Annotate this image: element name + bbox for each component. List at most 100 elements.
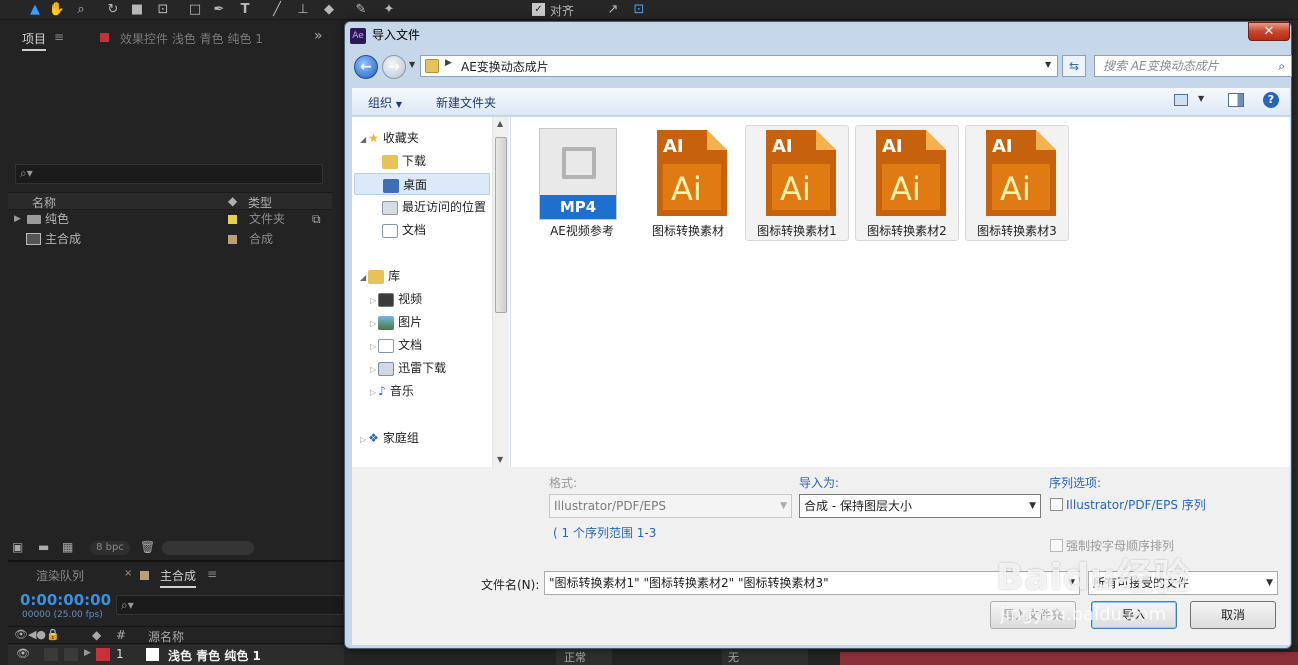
close-tab-icon[interactable]: ×: [124, 568, 132, 579]
file-item-ai[interactable]: AI Ai 图标转换素材1: [745, 125, 849, 241]
preview-pane-icon[interactable]: [1228, 93, 1244, 107]
layer-duration-bar[interactable]: [840, 652, 1298, 665]
refresh-icon[interactable]: ⇆: [1062, 55, 1086, 77]
scroll-down-icon[interactable]: ▼: [497, 455, 503, 464]
timeline-search-input[interactable]: ⌕▾: [116, 595, 344, 615]
timecode-display[interactable]: 0:00:00:00: [20, 591, 111, 609]
view-options-icon[interactable]: ▼: [1198, 94, 1204, 103]
help-icon[interactable]: ?: [1263, 92, 1279, 108]
trash-icon[interactable]: 🗑: [140, 540, 155, 554]
lock-switch[interactable]: [64, 648, 78, 661]
scroll-thumb[interactable]: [495, 137, 507, 313]
label-column-icon[interactable]: ◆: [228, 194, 237, 208]
hand-tool-icon[interactable]: ✋: [48, 1, 66, 19]
panel-menu-icon[interactable]: ≡: [207, 567, 217, 581]
nav-thunder-download[interactable]: ▷ 迅雷下载: [370, 357, 446, 379]
address-dropdown-icon[interactable]: ▼: [1045, 60, 1051, 69]
close-button[interactable]: ✕: [1248, 22, 1290, 41]
audio-switch[interactable]: [44, 648, 58, 661]
nav-label: 视频: [398, 292, 423, 306]
tab-project[interactable]: 项目: [22, 30, 47, 51]
label-column-icon[interactable]: ◆: [92, 628, 101, 642]
nav-homegroup[interactable]: ▷ ❖ 家庭组: [360, 427, 419, 449]
pan-behind-tool-icon[interactable]: ⊡: [154, 1, 172, 19]
timeline-layer-row[interactable]: 👁 ▶ 1 浅色 青色 纯色 1: [8, 645, 344, 665]
file-item-ai[interactable]: AI Ai 图标转换素材3: [965, 125, 1069, 241]
new-folder-icon[interactable]: ▬: [38, 540, 49, 554]
nav-music[interactable]: ▷ ♪ 音乐: [370, 380, 414, 402]
search-input[interactable]: 搜索 AE变换动态成片 ⌕: [1094, 55, 1292, 77]
camera-tool-icon[interactable]: ■: [128, 1, 146, 19]
search-icon[interactable]: ⌕: [1278, 56, 1285, 76]
layer-name[interactable]: 浅色 青色 纯色 1: [168, 647, 261, 664]
nav-videos[interactable]: ▷ 视频: [370, 288, 422, 310]
bpc-button[interactable]: 8 bpc: [90, 541, 130, 555]
project-row-folder[interactable]: ▶ 纯色 文件夹 ⧉: [8, 209, 332, 229]
label-color-swatch[interactable]: [228, 215, 237, 224]
interpret-footage-icon[interactable]: ▣: [12, 540, 23, 554]
track-matte-select[interactable]: 无: [722, 649, 808, 665]
nav-documents[interactable]: 文档: [382, 219, 426, 241]
tab-render-queue[interactable]: 渲染队列: [36, 567, 84, 584]
filename-value: "图标转换素材1" "图标转换素材2" "图标转换素材3": [549, 576, 829, 590]
nav-favorites[interactable]: ◢ ★ 收藏夹: [360, 127, 419, 149]
change-view-icon[interactable]: [1174, 94, 1188, 106]
rectangle-tool-icon[interactable]: □: [186, 1, 204, 19]
flowchart-icon[interactable]: ⧉: [312, 209, 321, 229]
recent-pages-icon[interactable]: ▼: [409, 60, 415, 69]
nav-library[interactable]: ◢ 库: [360, 265, 400, 287]
nav-download[interactable]: 下载: [382, 150, 426, 172]
column-source-name[interactable]: 源名称: [148, 628, 184, 645]
file-item-ai[interactable]: AI Ai 图标转换素材2: [855, 125, 959, 241]
layer-label-swatch[interactable]: [96, 648, 110, 661]
roto-brush-tool-icon[interactable]: ✎: [352, 1, 370, 19]
project-scrollbar[interactable]: [162, 541, 254, 555]
rotate-tool-icon[interactable]: ↻: [104, 1, 122, 19]
blend-mode-select[interactable]: 正常: [556, 649, 612, 665]
clone-stamp-tool-icon[interactable]: ⊥: [294, 1, 312, 19]
selection-tool-icon[interactable]: ▲: [26, 1, 44, 19]
expand-arrow-icon[interactable]: ▶: [84, 648, 91, 658]
svg-text:Ai: Ai: [671, 170, 702, 208]
project-search-input[interactable]: ⌕▾: [15, 164, 323, 184]
align-checkbox[interactable]: ✓: [532, 3, 545, 16]
scroll-up-icon[interactable]: ▲: [497, 119, 503, 128]
brush-tool-icon[interactable]: ╱: [268, 1, 286, 19]
tab-effect-controls[interactable]: 效果控件 浅色 青色 纯色 1: [120, 30, 263, 47]
tab-main-comp[interactable]: 主合成: [160, 567, 197, 588]
snap-icon[interactable]: ↗: [604, 1, 622, 19]
expand-arrow-icon[interactable]: ▶: [14, 209, 21, 229]
eraser-tool-icon[interactable]: ◆: [320, 1, 338, 19]
nav-scrollbar[interactable]: ▲ ▼: [492, 117, 509, 467]
panel-overflow-icon[interactable]: »: [314, 28, 323, 44]
sequence-checkbox[interactable]: [1050, 498, 1063, 511]
breadcrumb-separator-icon[interactable]: ▶: [445, 58, 452, 68]
organize-menu[interactable]: 组织 ▼: [368, 94, 402, 111]
import-as-select[interactable]: 合成 - 保持图层大小 ▼: [799, 494, 1041, 518]
ai-badge: AI: [772, 136, 793, 157]
forward-button[interactable]: →: [382, 55, 406, 79]
nav-recent[interactable]: 最近访问的位置: [382, 196, 486, 218]
visibility-icon[interactable]: 👁: [16, 647, 30, 660]
nav-desktop[interactable]: 桌面: [354, 173, 490, 195]
panel-menu-icon[interactable]: ≡: [54, 30, 64, 44]
snap-target-icon[interactable]: ⊡: [630, 1, 648, 19]
puppet-tool-icon[interactable]: ✦: [380, 1, 398, 19]
project-row-comp[interactable]: 主合成 合成: [8, 229, 332, 249]
breadcrumb[interactable]: AE变换动态成片: [461, 58, 549, 75]
back-button[interactable]: ←: [354, 55, 378, 79]
text-tool-icon[interactable]: T: [236, 1, 254, 19]
zoom-tool-icon[interactable]: ⌕: [72, 1, 90, 19]
address-bar[interactable]: ▶ AE变换动态成片 ▼: [420, 55, 1058, 77]
label-color-swatch[interactable]: [228, 235, 237, 244]
av-switches-icon[interactable]: 👁◀●🔒: [14, 628, 60, 641]
file-item-mp4[interactable]: MP4 AE视频参考: [530, 125, 634, 241]
new-composition-icon[interactable]: ▦: [62, 540, 73, 554]
file-item-ai[interactable]: AI Ai 图标转换素材: [636, 125, 740, 241]
dialog-title: 导入文件: [372, 28, 421, 42]
nav-pictures[interactable]: ▷ 图片: [370, 311, 422, 333]
new-folder-button[interactable]: 新建文件夹: [436, 94, 496, 111]
sequence-option-text: Illustrator/PDF/EPS 序列: [1066, 498, 1206, 512]
nav-lib-documents[interactable]: ▷ 文档: [370, 334, 422, 356]
pen-tool-icon[interactable]: ✒: [210, 1, 228, 19]
